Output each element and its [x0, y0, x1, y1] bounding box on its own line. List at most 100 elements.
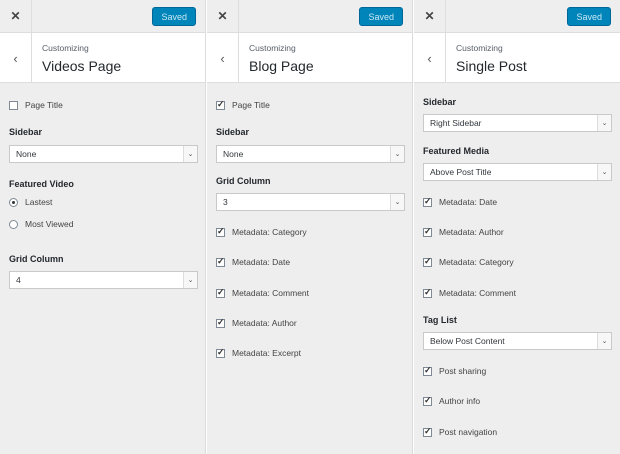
saved-button[interactable]: Saved: [359, 7, 403, 26]
select-value: Above Post Title: [430, 167, 492, 177]
sidebar-select[interactable]: Right Sidebar ⌄: [423, 114, 612, 132]
select-value: Right Sidebar: [430, 118, 482, 128]
grid-column-select[interactable]: 4 ⌄: [9, 271, 198, 289]
section-header: ‹ Customizing Videos Page: [0, 33, 205, 83]
checkbox-label: Post sharing: [439, 366, 487, 376]
checkbox-box[interactable]: [423, 426, 432, 437]
sidebar-label: Sidebar: [423, 97, 457, 107]
checkbox-label: Metadata: Comment: [232, 288, 310, 298]
section-title: Videos Page: [42, 58, 122, 74]
checkbox-label: Metadata: Excerpt: [232, 348, 301, 358]
tag-list-label: Tag List: [423, 315, 457, 325]
checkbox-label: Page Title: [25, 100, 63, 110]
grid-column-label: Grid Column: [9, 254, 64, 264]
chevron-down-icon: ⌄: [183, 146, 197, 162]
checkbox-label: Metadata: Date: [439, 197, 498, 207]
back-icon[interactable]: ‹: [0, 33, 32, 83]
checkbox-label: Metadata: Category: [232, 227, 307, 237]
section-header: ‹ Customizing Blog Page: [207, 33, 412, 83]
chevron-down-icon: ⌄: [390, 146, 404, 162]
chevron-down-icon: ⌄: [183, 272, 197, 288]
sidebar-label: Sidebar: [216, 127, 250, 137]
sidebar-select[interactable]: None ⌄: [216, 145, 405, 163]
checkbox-label: Page Title: [232, 100, 270, 110]
tag-list-select[interactable]: Below Post Content ⌄: [423, 332, 612, 350]
featured-media-select[interactable]: Above Post Title ⌄: [423, 163, 612, 181]
checkbox-label: Metadata: Date: [232, 257, 291, 267]
section-title: Blog Page: [249, 58, 314, 74]
radio-label: Most Viewed: [25, 219, 74, 229]
chevron-down-icon: ⌄: [390, 194, 404, 210]
header-bar: ✕ Saved: [207, 0, 412, 33]
checkbox-label: Metadata: Category: [439, 257, 514, 267]
select-value: None: [223, 149, 244, 159]
checkbox-page-title[interactable]: Page Title: [216, 99, 270, 110]
checkbox-box[interactable]: [423, 256, 432, 267]
saved-button[interactable]: Saved: [567, 7, 611, 26]
sidebar-label: Sidebar: [9, 127, 43, 137]
checkbox-box[interactable]: [423, 287, 432, 298]
checkbox-metadata-excerpt[interactable]: Metadata: Excerpt: [216, 347, 301, 358]
customizer-screens: ✕ Saved ‹ Customizing Videos Page Page T…: [0, 0, 620, 454]
checkbox-metadata-category[interactable]: Metadata: Category: [423, 256, 514, 267]
close-icon[interactable]: ✕: [414, 0, 446, 32]
checkbox-box[interactable]: [423, 196, 432, 207]
section-subtitle: Customizing: [42, 43, 89, 53]
checkbox-box[interactable]: [423, 226, 432, 237]
chevron-down-icon: ⌄: [597, 164, 611, 180]
sidebar-select[interactable]: None ⌄: [9, 145, 198, 163]
grid-column-select[interactable]: 3 ⌄: [216, 193, 405, 211]
checkbox-box[interactable]: [216, 317, 225, 328]
panel-single-post: ✕ Saved ‹ Customizing Single Post Sideba…: [414, 0, 620, 454]
checkbox-box[interactable]: [423, 395, 432, 406]
radio-button[interactable]: [9, 219, 18, 229]
checkbox-label: Author info: [439, 396, 481, 406]
header-bar: ✕ Saved: [414, 0, 620, 33]
header-bar: ✕ Saved: [0, 0, 205, 33]
radio-button[interactable]: [9, 197, 18, 207]
checkbox-author-info[interactable]: Author info: [423, 395, 481, 406]
checkbox-post-navigation[interactable]: Post navigation: [423, 426, 498, 437]
panel-blog-page: ✕ Saved ‹ Customizing Blog Page Page Tit…: [207, 0, 413, 454]
checkbox-metadata-date[interactable]: Metadata: Date: [216, 256, 291, 267]
checkbox-label: Metadata: Comment: [439, 288, 517, 298]
checkbox-metadata-comment[interactable]: Metadata: Comment: [423, 287, 517, 298]
checkbox-post-sharing[interactable]: Post sharing: [423, 365, 487, 376]
checkbox-box[interactable]: [216, 256, 225, 267]
section-subtitle: Customizing: [456, 43, 503, 53]
section-subtitle: Customizing: [249, 43, 296, 53]
checkbox-label: Post navigation: [439, 427, 498, 437]
chevron-down-icon: ⌄: [597, 333, 611, 349]
checkbox-label: Metadata: Author: [439, 227, 504, 237]
back-icon[interactable]: ‹: [207, 33, 239, 83]
select-value: None: [16, 149, 37, 159]
checkbox-box[interactable]: [9, 100, 18, 110]
checkbox-box[interactable]: [216, 99, 225, 110]
radio-most-viewed[interactable]: Most Viewed: [9, 219, 74, 229]
checkbox-box[interactable]: [423, 365, 432, 376]
checkbox-label: Metadata: Author: [232, 318, 297, 328]
close-icon[interactable]: ✕: [0, 0, 32, 32]
close-icon[interactable]: ✕: [207, 0, 239, 32]
panel-videos-page: ✕ Saved ‹ Customizing Videos Page Page T…: [0, 0, 206, 454]
grid-column-label: Grid Column: [216, 176, 271, 186]
checkbox-box[interactable]: [216, 347, 225, 358]
checkbox-box[interactable]: [216, 287, 225, 298]
checkbox-metadata-comment[interactable]: Metadata: Comment: [216, 287, 310, 298]
select-value: 3: [223, 197, 228, 207]
radio-label: Lastest: [25, 197, 53, 207]
back-icon[interactable]: ‹: [414, 33, 446, 83]
checkbox-metadata-category[interactable]: Metadata: Category: [216, 226, 307, 237]
checkbox-metadata-author[interactable]: Metadata: Author: [216, 317, 297, 328]
checkbox-box[interactable]: [216, 226, 225, 237]
saved-button[interactable]: Saved: [152, 7, 196, 26]
radio-lastest[interactable]: Lastest: [9, 197, 52, 207]
checkbox-metadata-author[interactable]: Metadata: Author: [423, 226, 504, 237]
checkbox-page-title[interactable]: Page Title: [9, 100, 63, 110]
select-value: 4: [16, 275, 21, 285]
chevron-down-icon: ⌄: [597, 115, 611, 131]
section-header: ‹ Customizing Single Post: [414, 33, 620, 83]
checkbox-metadata-date[interactable]: Metadata: Date: [423, 196, 498, 207]
select-value: Below Post Content: [430, 336, 505, 346]
featured-video-label: Featured Video: [9, 179, 74, 189]
